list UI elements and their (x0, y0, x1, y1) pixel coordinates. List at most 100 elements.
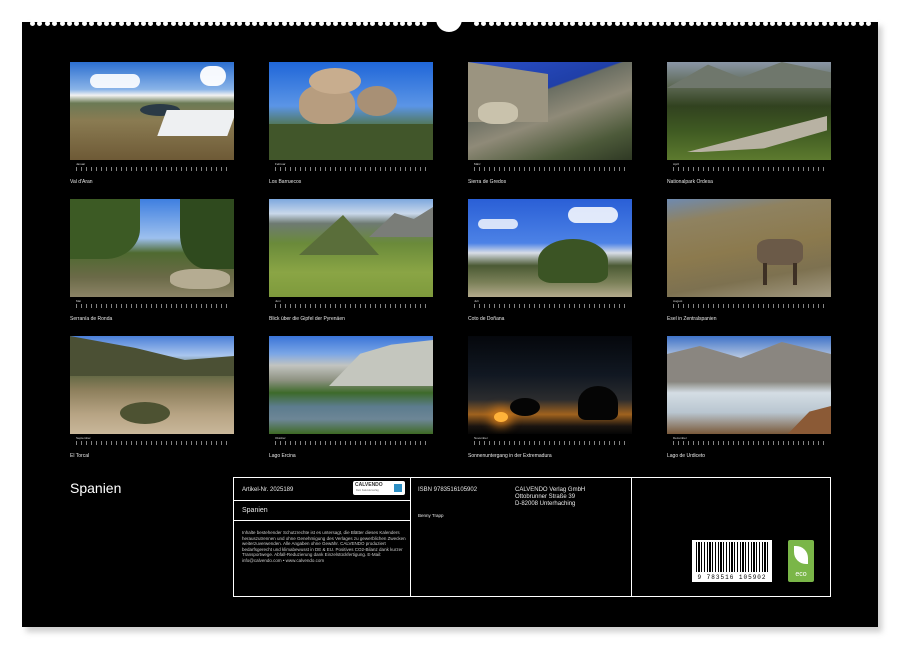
month-tile: Juni Blick über die Gipfel der Pyrenäen (269, 199, 433, 322)
hanger-hole (436, 6, 462, 32)
binding-dot (282, 21, 287, 26)
month-grid: August (667, 299, 831, 311)
binding-dot (245, 21, 250, 26)
binding-dot (393, 21, 398, 26)
binding-dot (504, 21, 509, 26)
barcode-bars (696, 542, 768, 572)
binding-dot (104, 21, 109, 26)
binding-dot (726, 21, 731, 26)
binding-dot (400, 21, 405, 26)
binding-dot (652, 21, 657, 26)
binding-dot (200, 21, 205, 26)
row-divider (234, 500, 410, 501)
month-tile: Juli Coto de Doñana (468, 199, 632, 322)
binding-dot (607, 21, 612, 26)
binding-dot (267, 21, 272, 26)
photo-caption: Esel in Zentralspanien (667, 316, 831, 322)
binding-dot (511, 21, 516, 26)
logo-text: CALVENDO (355, 482, 383, 488)
binding-dot (111, 21, 116, 26)
month-name: Oktober (275, 436, 286, 440)
month-grid: November (468, 436, 632, 448)
binding-dot (629, 21, 634, 26)
binding-dot (622, 21, 627, 26)
photo-caption: Los Barruecos (269, 179, 433, 185)
binding-dot (141, 21, 146, 26)
column-divider (631, 478, 632, 596)
binding-dot (274, 21, 279, 26)
binding-dot (126, 21, 131, 26)
binding-dot (30, 21, 35, 26)
landscape-photo (667, 199, 831, 297)
binding-dot (163, 21, 168, 26)
binding-dot (785, 21, 790, 26)
binding-dot (237, 21, 242, 26)
binding-dot (363, 21, 368, 26)
month-tile: März Sierra de Gredos (468, 62, 632, 185)
binding-dot (674, 21, 679, 26)
landscape-photo (269, 336, 433, 434)
binding-dot (215, 21, 220, 26)
publisher-line-2: Ottobrunner Straße 39 (515, 494, 575, 501)
barcode: 9 783516 105902 (692, 540, 772, 582)
binding-dot (407, 21, 412, 26)
binding-dot (319, 21, 324, 26)
binding-dot (333, 21, 338, 26)
barcode-number: 9 783516 105902 (692, 574, 772, 581)
month-grid: Mai (70, 299, 234, 311)
month-tile: September El Torcal (70, 336, 234, 459)
month-name: Januar (76, 162, 85, 166)
binding-dot (600, 21, 605, 26)
month-name: Juni (275, 299, 281, 303)
binding-dot (82, 21, 87, 26)
month-tile: Februar Los Barruecos (269, 62, 433, 185)
binding-dot (696, 21, 701, 26)
binding-dot (807, 21, 812, 26)
binding-dot (208, 21, 213, 26)
binding-dot (637, 21, 642, 26)
month-tile: April Nationalpark Ordesa (667, 62, 831, 185)
photo-caption: Sonnenuntergang in der Extremadura (468, 453, 632, 459)
binding-dot (148, 21, 153, 26)
legal-text: Inhalte bestehender Schutzrechte ist es … (242, 530, 408, 563)
photo-caption: Blick über die Gipfel der Pyrenäen (269, 316, 433, 322)
binding-dot (356, 21, 361, 26)
binding-dot (222, 21, 227, 26)
month-tile: Mai Serranía de Ronda (70, 199, 234, 322)
binding-dot (555, 21, 560, 26)
landscape-photo (70, 336, 234, 434)
binding-dot (341, 21, 346, 26)
landscape-photo (468, 62, 632, 160)
binding-dot (718, 21, 723, 26)
month-grid: Februar (269, 162, 433, 174)
binding-dot (644, 21, 649, 26)
binding-dot (296, 21, 301, 26)
binding-dot (777, 21, 782, 26)
landscape-photo (468, 199, 632, 297)
month-tile: Oktober Lago Ercina (269, 336, 433, 459)
landscape-photo (70, 199, 234, 297)
binding-dot (193, 21, 198, 26)
binding-dot (171, 21, 176, 26)
binding-dot (615, 21, 620, 26)
binding-dot (326, 21, 331, 26)
binding-dot (533, 21, 538, 26)
binding-dot (689, 21, 694, 26)
photo-caption: Val d'Aran (70, 179, 234, 185)
binding-dot (800, 21, 805, 26)
calendar-name: Spanien (242, 507, 268, 514)
binding-dot (711, 21, 716, 26)
month-name: November (474, 436, 488, 440)
landscape-photo (269, 62, 433, 160)
binding-dot (844, 21, 849, 26)
month-name: September (76, 436, 91, 440)
binding-dot (89, 21, 94, 26)
binding-dot (578, 21, 583, 26)
landscape-photo (468, 336, 632, 434)
eco-label: eco (788, 571, 814, 578)
eco-badge: eco (788, 540, 814, 582)
binding-dot (156, 21, 161, 26)
binding-dot (851, 21, 856, 26)
binding-dot (496, 21, 501, 26)
month-name: März (474, 162, 481, 166)
